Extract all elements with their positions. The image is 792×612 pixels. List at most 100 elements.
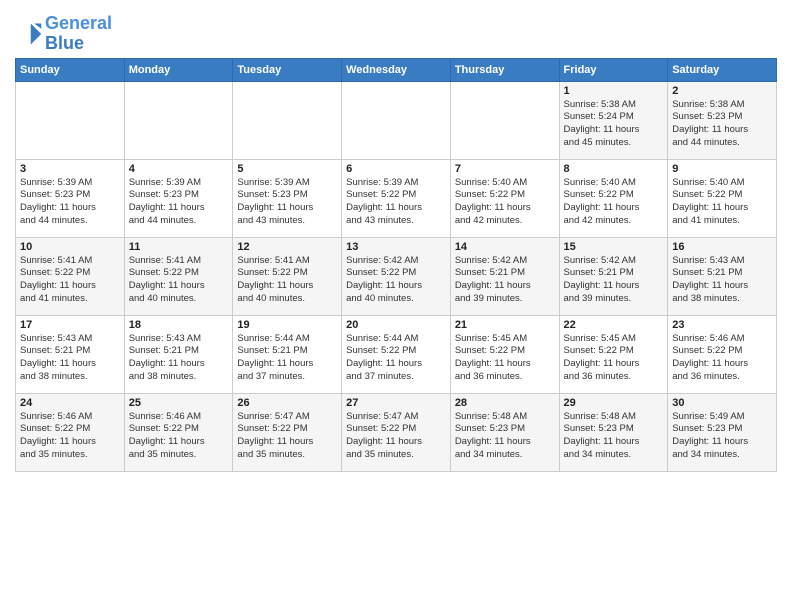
calendar-cell: 13 Sunrise: 5:42 AM Sunset: 5:22 PM Dayli…	[342, 237, 451, 315]
calendar-cell: 9 Sunrise: 5:40 AM Sunset: 5:22 PM Daylig…	[668, 159, 777, 237]
calendar-cell: 18Sunrise: 5:43 AM Sunset: 5:21 PM Dayli…	[124, 315, 233, 393]
calendar-cell: 25 Sunrise: 5:46 AM Sunset: 5:22 PM Dayli…	[124, 393, 233, 471]
day-info: Sunrise: 5:45 AM Sunset: 5:22 PM Dayligh…	[455, 333, 555, 384]
calendar-cell: 6 Sunrise: 5:39 AM Sunset: 5:22 PM Daylig…	[342, 159, 451, 237]
day-header-friday: Friday	[559, 58, 668, 81]
day-number: 24	[20, 397, 120, 409]
day-number: 10	[20, 241, 120, 253]
day-number: 9	[672, 163, 772, 175]
day-number: 3	[20, 163, 120, 175]
day-info: Sunrise: 5:41 AM Sunset: 5:22 PM Dayligh…	[237, 255, 337, 306]
calendar-cell	[16, 81, 125, 159]
day-number: 30	[672, 397, 772, 409]
calendar-cell: 14Sunrise: 5:42 AM Sunset: 5:21 PM Dayli…	[450, 237, 559, 315]
calendar-cell: 15Sunrise: 5:42 AM Sunset: 5:21 PM Dayli…	[559, 237, 668, 315]
day-number: 6	[346, 163, 446, 175]
calendar-cell: 29 Sunrise: 5:48 AM Sunset: 5:23 PM Dayli…	[559, 393, 668, 471]
day-number: 8	[564, 163, 664, 175]
day-info: Sunrise: 5:40 AM Sunset: 5:22 PM Dayligh…	[455, 177, 555, 228]
header: General Blue	[15, 10, 777, 54]
day-info: Sunrise: 5:47 AM Sunset: 5:22 PM Dayligh…	[346, 411, 446, 462]
day-number: 25	[129, 397, 229, 409]
day-info: Sunrise: 5:46 AM Sunset: 5:22 PM Dayligh…	[672, 333, 772, 384]
calendar-cell: 3 Sunrise: 5:39 AM Sunset: 5:23 PM Daylig…	[16, 159, 125, 237]
week-row-2: 10 Sunrise: 5:41 AM Sunset: 5:22 PM Dayli…	[16, 237, 777, 315]
day-info: Sunrise: 5:43 AM Sunset: 5:21 PM Dayligh…	[672, 255, 772, 306]
day-info: Sunrise: 5:39 AM Sunset: 5:23 PM Dayligh…	[129, 177, 229, 228]
calendar-cell: 10 Sunrise: 5:41 AM Sunset: 5:22 PM Dayli…	[16, 237, 125, 315]
calendar-cell: 22 Sunrise: 5:45 AM Sunset: 5:22 PM Dayli…	[559, 315, 668, 393]
day-info: Sunrise: 5:46 AM Sunset: 5:22 PM Dayligh…	[129, 411, 229, 462]
day-number: 17	[20, 319, 120, 331]
calendar-cell: 19 Sunrise: 5:44 AM Sunset: 5:21 PM Dayli…	[233, 315, 342, 393]
day-info: Sunrise: 5:48 AM Sunset: 5:23 PM Dayligh…	[455, 411, 555, 462]
day-number: 14	[455, 241, 555, 253]
calendar-cell: 28 Sunrise: 5:48 AM Sunset: 5:23 PM Dayli…	[450, 393, 559, 471]
calendar-cell: 7Sunrise: 5:40 AM Sunset: 5:22 PM Daylig…	[450, 159, 559, 237]
day-info: Sunrise: 5:44 AM Sunset: 5:22 PM Dayligh…	[346, 333, 446, 384]
calendar-cell: 20 Sunrise: 5:44 AM Sunset: 5:22 PM Dayli…	[342, 315, 451, 393]
day-number: 28	[455, 397, 555, 409]
day-info: Sunrise: 5:40 AM Sunset: 5:22 PM Dayligh…	[564, 177, 664, 228]
logo-text: General Blue	[45, 14, 112, 54]
calendar-cell: 4 Sunrise: 5:39 AM Sunset: 5:23 PM Daylig…	[124, 159, 233, 237]
day-info: Sunrise: 5:42 AM Sunset: 5:22 PM Dayligh…	[346, 255, 446, 306]
calendar-cell: 23Sunrise: 5:46 AM Sunset: 5:22 PM Dayli…	[668, 315, 777, 393]
calendar-cell: 26 Sunrise: 5:47 AM Sunset: 5:22 PM Dayli…	[233, 393, 342, 471]
day-number: 26	[237, 397, 337, 409]
day-info: Sunrise: 5:46 AM Sunset: 5:22 PM Dayligh…	[20, 411, 120, 462]
day-header-thursday: Thursday	[450, 58, 559, 81]
day-info: Sunrise: 5:47 AM Sunset: 5:22 PM Dayligh…	[237, 411, 337, 462]
calendar-cell: 30 Sunrise: 5:49 AM Sunset: 5:23 PM Dayli…	[668, 393, 777, 471]
day-number: 29	[564, 397, 664, 409]
day-number: 1	[564, 85, 664, 97]
day-number: 21	[455, 319, 555, 331]
day-number: 20	[346, 319, 446, 331]
calendar-table: SundayMondayTuesdayWednesdayThursdayFrid…	[15, 58, 777, 472]
calendar-cell: 21 Sunrise: 5:45 AM Sunset: 5:22 PM Dayli…	[450, 315, 559, 393]
calendar-cell: 2Sunrise: 5:38 AM Sunset: 5:23 PM Daylig…	[668, 81, 777, 159]
day-info: Sunrise: 5:43 AM Sunset: 5:21 PM Dayligh…	[20, 333, 120, 384]
day-info: Sunrise: 5:45 AM Sunset: 5:22 PM Dayligh…	[564, 333, 664, 384]
day-number: 16	[672, 241, 772, 253]
calendar-cell: 12 Sunrise: 5:41 AM Sunset: 5:22 PM Dayli…	[233, 237, 342, 315]
day-info: Sunrise: 5:39 AM Sunset: 5:22 PM Dayligh…	[346, 177, 446, 228]
day-number: 5	[237, 163, 337, 175]
calendar-cell: 11Sunrise: 5:41 AM Sunset: 5:22 PM Dayli…	[124, 237, 233, 315]
day-info: Sunrise: 5:40 AM Sunset: 5:22 PM Dayligh…	[672, 177, 772, 228]
calendar-cell: 17 Sunrise: 5:43 AM Sunset: 5:21 PM Dayli…	[16, 315, 125, 393]
calendar-cell	[124, 81, 233, 159]
calendar-cell: 1 Sunrise: 5:38 AM Sunset: 5:24 PM Daylig…	[559, 81, 668, 159]
day-info: Sunrise: 5:43 AM Sunset: 5:21 PM Dayligh…	[129, 333, 229, 384]
day-info: Sunrise: 5:44 AM Sunset: 5:21 PM Dayligh…	[237, 333, 337, 384]
day-number: 12	[237, 241, 337, 253]
day-number: 19	[237, 319, 337, 331]
day-number: 13	[346, 241, 446, 253]
calendar-cell: 5 Sunrise: 5:39 AM Sunset: 5:23 PM Daylig…	[233, 159, 342, 237]
day-info: Sunrise: 5:39 AM Sunset: 5:23 PM Dayligh…	[20, 177, 120, 228]
day-info: Sunrise: 5:49 AM Sunset: 5:23 PM Dayligh…	[672, 411, 772, 462]
week-row-4: 24 Sunrise: 5:46 AM Sunset: 5:22 PM Dayli…	[16, 393, 777, 471]
week-row-3: 17 Sunrise: 5:43 AM Sunset: 5:21 PM Dayli…	[16, 315, 777, 393]
calendar-cell: 16 Sunrise: 5:43 AM Sunset: 5:21 PM Dayli…	[668, 237, 777, 315]
week-row-1: 3 Sunrise: 5:39 AM Sunset: 5:23 PM Daylig…	[16, 159, 777, 237]
day-info: Sunrise: 5:41 AM Sunset: 5:22 PM Dayligh…	[20, 255, 120, 306]
day-info: Sunrise: 5:48 AM Sunset: 5:23 PM Dayligh…	[564, 411, 664, 462]
day-info: Sunrise: 5:42 AM Sunset: 5:21 PM Dayligh…	[564, 255, 664, 306]
calendar-cell	[233, 81, 342, 159]
day-header-saturday: Saturday	[668, 58, 777, 81]
calendar-cell: 24 Sunrise: 5:46 AM Sunset: 5:22 PM Dayli…	[16, 393, 125, 471]
header-row: SundayMondayTuesdayWednesdayThursdayFrid…	[16, 58, 777, 81]
day-info: Sunrise: 5:38 AM Sunset: 5:23 PM Dayligh…	[672, 99, 772, 150]
day-number: 4	[129, 163, 229, 175]
day-header-monday: Monday	[124, 58, 233, 81]
day-number: 22	[564, 319, 664, 331]
day-info: Sunrise: 5:39 AM Sunset: 5:23 PM Dayligh…	[237, 177, 337, 228]
week-row-0: 1 Sunrise: 5:38 AM Sunset: 5:24 PM Daylig…	[16, 81, 777, 159]
main-container: General Blue SundayMondayTuesdayWednesda…	[0, 0, 792, 477]
calendar-cell: 27Sunrise: 5:47 AM Sunset: 5:22 PM Dayli…	[342, 393, 451, 471]
day-info: Sunrise: 5:38 AM Sunset: 5:24 PM Dayligh…	[564, 99, 664, 150]
calendar-cell	[342, 81, 451, 159]
day-number: 11	[129, 241, 229, 253]
day-header-wednesday: Wednesday	[342, 58, 451, 81]
